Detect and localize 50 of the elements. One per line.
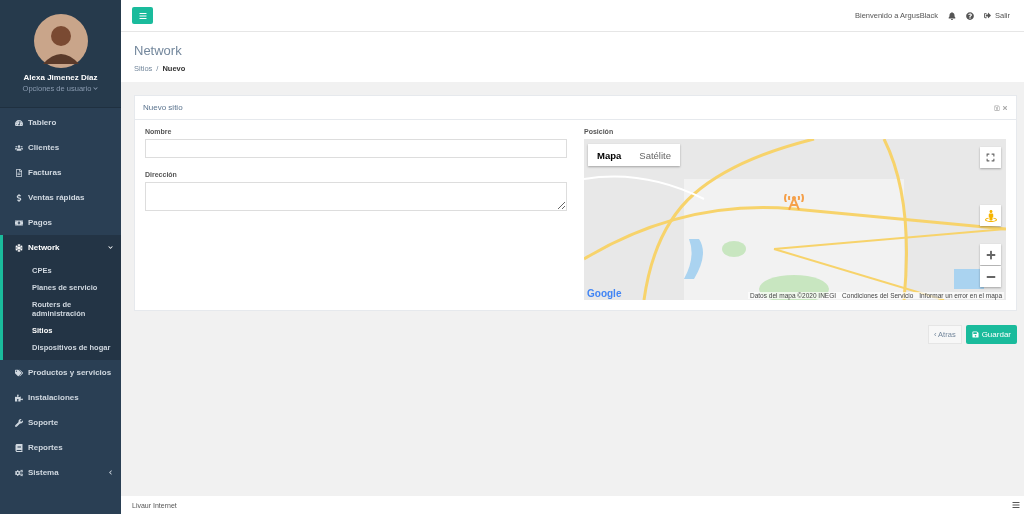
file-icon xyxy=(15,168,23,177)
name-field[interactable] xyxy=(145,139,567,158)
sidebar-item[interactable]: Productos y servicios xyxy=(0,360,121,385)
fullscreen-button[interactable] xyxy=(980,147,1001,168)
book-icon xyxy=(15,443,23,452)
card-title: Nuevo sitio xyxy=(143,103,184,112)
sidebar-item[interactable]: Tablero xyxy=(0,110,121,135)
logout-icon xyxy=(984,12,991,19)
sidebar-item[interactable]: Ventas rápidas xyxy=(0,185,121,210)
page-title: Network xyxy=(134,43,183,58)
sidebar-item[interactable]: Clientes xyxy=(0,135,121,160)
sidebar-item[interactable]: Reportes xyxy=(0,435,121,460)
wrench-icon xyxy=(15,418,23,427)
fullscreen-icon xyxy=(986,153,995,162)
plus-icon xyxy=(985,249,996,260)
chevron-left-icon xyxy=(108,470,113,475)
sidebar-item[interactable]: Sistema xyxy=(0,460,121,485)
dollar-icon xyxy=(15,193,23,202)
help-icon[interactable] xyxy=(966,11,974,20)
sidebar-item[interactable]: Facturas xyxy=(0,160,121,185)
close-icon[interactable] xyxy=(1002,104,1008,111)
tags-icon xyxy=(15,368,23,377)
zoom-in-button[interactable] xyxy=(980,244,1001,265)
zoom-out-button[interactable] xyxy=(980,266,1001,287)
gauge-icon xyxy=(15,118,23,127)
chevron-down-icon xyxy=(108,245,113,250)
map-type-tab[interactable]: Satélite xyxy=(630,144,680,166)
person-icon xyxy=(984,209,997,222)
avatar xyxy=(33,14,88,68)
pegman-button[interactable] xyxy=(980,205,1001,226)
map-logo: Google xyxy=(587,288,622,299)
menu-button[interactable] xyxy=(132,7,153,24)
save-icon xyxy=(971,331,979,338)
address-field[interactable] xyxy=(145,182,567,211)
snowflake-icon xyxy=(15,243,23,252)
sidebar-item[interactable]: Instalaciones xyxy=(0,385,121,410)
sidebar-item[interactable]: Pagos xyxy=(0,210,121,235)
user-name: Alexa Jimenez Díaz xyxy=(23,73,98,82)
sidebar-item[interactable]: Network xyxy=(0,235,121,260)
users-icon xyxy=(15,143,23,152)
puzzle-icon xyxy=(15,393,23,402)
save-icon[interactable] xyxy=(994,104,1000,111)
caret-icon xyxy=(93,86,99,91)
sidebar-item[interactable]: Soporte xyxy=(0,410,121,435)
bell-icon[interactable] xyxy=(948,11,956,20)
menu-icon xyxy=(138,11,147,20)
banknote-icon xyxy=(15,218,23,227)
map-type-tab[interactable]: Mapa xyxy=(588,144,631,166)
gears-icon xyxy=(15,468,23,477)
footer-icon xyxy=(1012,501,1020,509)
